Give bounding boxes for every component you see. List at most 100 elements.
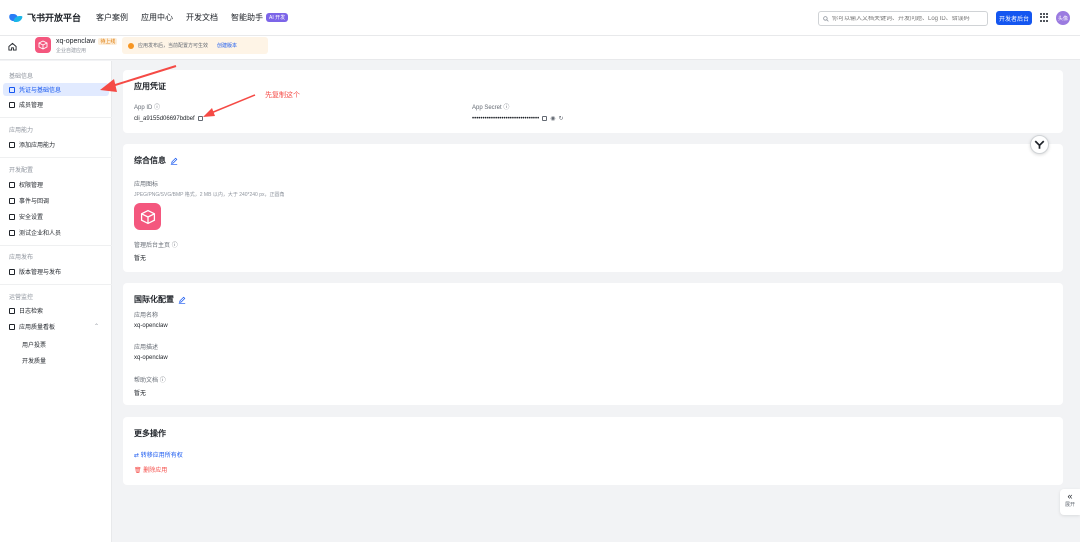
help-icon[interactable]: ⓘ [172,243,178,249]
ai-badge: AI 开发 [266,13,289,22]
delete-app-link[interactable]: 🗑 删除应用 [134,465,167,474]
feishu-logo[interactable]: 飞书开放平台 [8,11,81,24]
app-secret-text: •••••••••••••••••••••••••••••••• [472,116,540,122]
sidebar-group-monitoring: 运营监控 [9,295,34,301]
help-icon[interactable]: ⓘ [160,378,166,384]
permissions-icon [9,181,15,188]
sidebar-group-basic: 基础信息 [9,74,34,80]
nav-links: 客户案例 应用中心 开发文档 智能助手 AI 开发 [96,12,301,23]
app-name: xq-openclaw 待上线 [56,38,118,45]
sidebar-item-label: 应用质量看板 [19,325,56,331]
expand-panel-button[interactable]: « 展开 [1060,489,1080,515]
sidebar-item-add-capability[interactable]: 添加应用能力 [3,138,109,151]
sidebar-item-label: 测试企业和人员 [19,231,62,237]
copy-icon[interactable] [197,116,203,121]
app-name-label: 应用名称 [134,313,159,319]
app-secret-label-text: App Secret [472,105,502,111]
nav-link-assistant[interactable]: 智能助手 AI 开发 [231,12,289,23]
app-secret-label: App Secret ⓘ [472,102,509,111]
cube-icon [38,40,48,50]
double-chevron-left-icon: « [1067,491,1073,501]
nav-link-assistant-label: 智能助手 [231,13,264,22]
nav-link-cases[interactable]: 客户案例 [96,12,128,23]
app-id-text[interactable]: cli_a9155d06697bdbef [134,116,195,122]
sidebar-group-capability: 应用能力 [9,128,34,134]
app-desc-value: xq-openclaw [134,355,168,361]
home-icon[interactable] [8,42,17,51]
sidebar-item-logs[interactable]: 日志检索 [3,304,109,317]
create-version-link[interactable]: 创建版本 [217,42,237,49]
sidebar-item-label: 安全设置 [19,215,44,221]
app-header-bar: xq-openclaw 待上线 企业自建应用 应用发布后，当前配置方可生效 创建版… [0,36,1080,60]
search-input[interactable] [832,15,982,22]
capability-icon [9,141,15,148]
sidebar-subitem-dev-quality[interactable]: 开发质量 [22,356,46,365]
app-status-tag: 待上线 [98,38,118,45]
credentials-icon [9,86,15,93]
events-icon [9,197,15,204]
annotation-text: 先复制这个 [265,92,300,99]
sidebar-item-test-users[interactable]: 测试企业和人员 [3,226,109,239]
app-subtitle: 企业自建应用 [56,48,87,54]
help-icon[interactable]: ⓘ [154,105,160,111]
help-doc-label-text: 帮助文档 [134,378,159,384]
search-icon [823,15,829,22]
delete-app-text: 删除应用 [143,468,168,474]
sidebar-item-label: 事件与回调 [19,199,50,205]
publish-notice: 应用发布后，当前配置方可生效 创建版本 [122,37,268,54]
app-id-label: App ID ⓘ [134,102,160,111]
homepage-value: 暂无 [134,256,147,262]
quality-icon [9,323,15,330]
warning-icon [128,42,134,49]
logs-icon [9,307,15,314]
sidebar-item-events[interactable]: 事件与回调 [3,194,109,207]
sidebar: 基础信息 凭证与基础信息 成员管理 应用能力 添加应用能力 开发配置 权限管理 … [0,61,112,542]
sidebar-item-versions[interactable]: 版本管理与发布 [3,265,109,278]
cube-icon [140,209,155,224]
icon-hint: JPEG/PNG/SVG/BMP 格式，2 MB 以内，大于 240*240 p… [134,192,285,198]
homepage-label-text: 管理后台主页 [134,243,171,249]
edit-icon[interactable] [178,296,186,304]
transfer-ownership-link[interactable]: ⇄ 转移应用所有权 [134,450,183,459]
app-icon-preview[interactable] [134,203,161,230]
sidebar-group-dev-config: 开发配置 [9,168,34,174]
i18n-card: 国际化配置 应用名称 xq-openclaw 应用描述 xq-openclaw … [123,283,1063,405]
eye-icon[interactable]: ◉ [550,116,555,122]
test-users-icon [9,229,15,236]
general-info-title: 综合信息 [134,155,178,166]
icon-label: 应用图标 [134,182,159,188]
notice-text: 应用发布后，当前配置方可生效 [138,43,209,49]
more-actions-title: 更多操作 [134,429,166,438]
app-secret-value: •••••••••••••••••••••••••••••••• ◉ ↻ [472,115,564,122]
refresh-icon[interactable]: ↻ [558,116,563,122]
sidebar-item-label: 日志检索 [19,309,44,315]
shield-icon [9,213,15,220]
nav-link-docs[interactable]: 开发文档 [186,12,218,23]
versions-icon [9,268,15,275]
sidebar-item-security[interactable]: 安全设置 [3,210,109,223]
avatar-text: 头像 [1057,15,1068,22]
app-name-text: xq-openclaw [56,38,96,45]
sidebar-item-label: 添加应用能力 [19,143,56,149]
assistant-float-button[interactable] [1030,135,1049,154]
sidebar-subitem-user-votes[interactable]: 用户投票 [22,340,46,349]
sidebar-item-permissions[interactable]: 权限管理 [3,178,109,191]
nav-link-app-center[interactable]: 应用中心 [141,12,173,23]
help-doc-value: 暂无 [134,391,147,397]
help-icon[interactable]: ⓘ [503,105,509,111]
sidebar-divider [0,284,112,285]
sidebar-item-quality[interactable]: 应用质量看板 ⌃ [3,320,109,333]
sidebar-item-label: 权限管理 [19,183,44,189]
general-info-card: 综合信息 应用图标 JPEG/PNG/SVG/BMP 格式，2 MB 以内，大于… [123,144,1063,272]
sidebar-item-credentials[interactable]: 凭证与基础信息 [3,83,109,96]
edit-icon[interactable] [170,157,178,165]
copy-icon[interactable] [542,115,548,121]
app-desc-label: 应用描述 [134,345,159,351]
search-box[interactable] [818,11,988,26]
app-id-value: cli_a9155d06697bdbef [134,116,203,122]
sidebar-item-members[interactable]: 成员管理 [3,98,109,111]
trash-icon: 🗑 [134,468,142,474]
apps-grid-icon[interactable] [1040,13,1049,22]
developer-console-button[interactable]: 开发者后台 [996,11,1032,25]
avatar[interactable]: 头像 [1056,11,1070,25]
